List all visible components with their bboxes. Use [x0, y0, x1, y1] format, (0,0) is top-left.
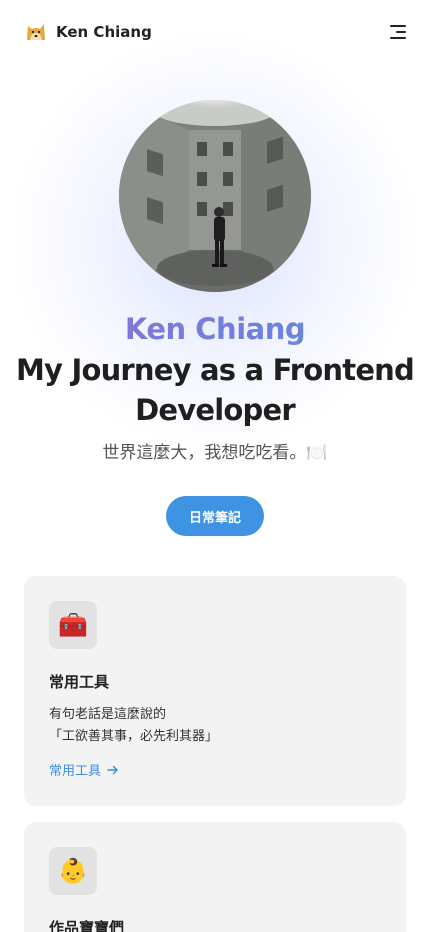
- tools-link-label: 常用工具: [49, 764, 102, 779]
- card-description-line: 「工欲善其事，必先利其器」: [49, 729, 219, 744]
- brand-name: Ken Chiang: [56, 23, 152, 41]
- doge-icon: [27, 24, 45, 40]
- toolbox-icon: 🧰: [49, 601, 97, 649]
- card-title: 作品寶寶們: [49, 919, 125, 932]
- tools-card[interactable]: 🧰 常用工具 有句老話是這麼說的 「工欲善其事，必先利其器」 常用工具: [24, 576, 406, 806]
- daily-notes-button[interactable]: 日常筆記: [166, 496, 264, 536]
- card-title: 常用工具: [49, 673, 110, 691]
- brand[interactable]: Ken Chiang: [24, 20, 152, 44]
- projects-card[interactable]: 👶 作品寶寶們: [24, 822, 406, 932]
- tools-link[interactable]: 常用工具: [49, 760, 119, 779]
- hamburger-icon-line-top: [390, 25, 406, 27]
- baby-icon: 👶: [49, 847, 97, 895]
- baby-icon-glyph: 👶: [58, 857, 88, 885]
- toolbox-icon-glyph: 🧰: [58, 611, 88, 639]
- hero-section: Ken Chiang My Journey as a Frontend Deve…: [0, 100, 430, 536]
- page-title: My Journey as a Frontend Developer: [16, 353, 415, 427]
- hamburger-icon-line-bottom: [390, 37, 406, 39]
- hamburger-icon-line-middle: [396, 31, 406, 33]
- card-description: 有句老話是這麼說的 「工欲善其事，必先利其器」: [49, 704, 381, 748]
- site-header: Ken Chiang: [0, 0, 430, 64]
- hero-name: Ken Chiang: [0, 310, 430, 348]
- arrow-right-icon: [107, 765, 118, 774]
- menu-button[interactable]: [388, 24, 406, 40]
- card-description-line: 有句老話是這麼說的: [49, 707, 167, 722]
- hero-subtitle: 世界這麼大，我想吃吃看。🍽️: [102, 443, 328, 463]
- profile-photo: [119, 100, 311, 292]
